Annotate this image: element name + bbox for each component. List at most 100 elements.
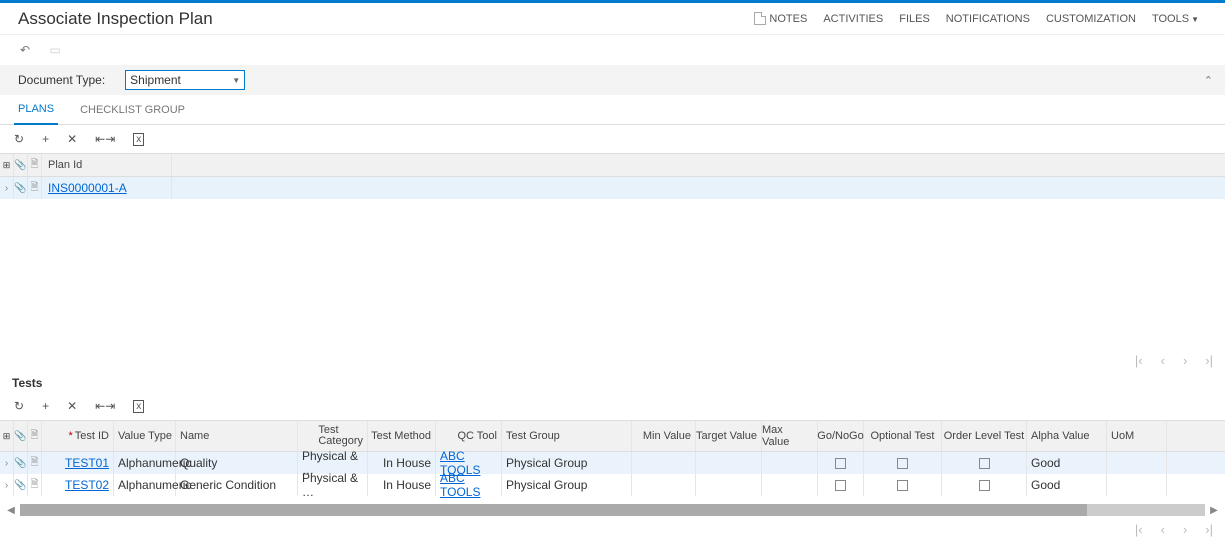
tab-tools[interactable]: TOOLS▼ [1144,13,1207,25]
cell-name: Generic Condition [176,474,298,496]
subtabs: PLANS CHECKLIST GROUP [0,95,1225,125]
delete-icon[interactable]: ✕ [67,132,77,146]
plans-grid-header: ⊞ 📎 🗎 Plan Id [0,153,1225,177]
col-optional-test[interactable]: Optional Test [864,421,942,451]
fit-icon[interactable]: ⇤⇥ [95,399,115,413]
plans-pager: |‹ ‹ › ›| [0,349,1225,372]
expand-icon[interactable]: › [5,458,8,469]
col-selector[interactable]: ⊞ [0,421,14,451]
test-row[interactable]: › 📎 🗎 TEST01 Alphanumeric Quality Physic… [0,452,1225,474]
cell-uom [1107,474,1167,496]
add-icon[interactable]: + [42,132,49,146]
cell-value-type: Alphanumeric [114,474,176,496]
subtab-checklist-group[interactable]: CHECKLIST GROUP [76,96,189,124]
expand-icon[interactable]: › [5,183,8,194]
fit-icon[interactable]: ⇤⇥ [95,132,115,146]
pager-next-icon[interactable]: › [1183,522,1187,537]
col-order-level-test[interactable]: Order Level Test [942,421,1027,451]
col-target-value[interactable]: Target Value [696,421,762,451]
optional-checkbox[interactable] [897,458,908,469]
tests-grid-toolbar: ↻ + ✕ ⇤⇥ x [0,392,1225,420]
pager-first-icon[interactable]: |‹ [1135,353,1143,368]
tab-notes[interactable]: NOTES [746,12,815,25]
gonogo-checkbox[interactable] [835,458,846,469]
col-selector[interactable]: ⊞ [0,154,14,176]
col-uom[interactable]: UoM [1107,421,1167,451]
cell-uom [1107,452,1167,474]
note-icon[interactable]: 🗎 [28,452,42,474]
col-test-method[interactable]: Test Method [368,421,436,451]
refresh-icon[interactable]: ↻ [14,399,24,413]
cell-alpha: Good [1027,474,1107,496]
col-test-id[interactable]: *Test ID [42,421,114,451]
undo-icon[interactable]: ↶ [18,43,32,57]
col-test-group[interactable]: Test Group [502,421,632,451]
col-note-icon: 🗎 [28,421,42,451]
col-plan-id[interactable]: Plan Id [42,154,172,176]
col-test-category[interactable]: TestCategory [298,421,368,451]
test-id-link[interactable]: TEST01 [65,456,109,470]
orderlevel-checkbox[interactable] [979,458,990,469]
cell-min [632,452,696,474]
expand-icon[interactable]: › [5,480,8,491]
export-icon[interactable]: x [133,400,144,413]
attach-icon[interactable]: 📎 [14,177,28,199]
tests-title: Tests [0,372,1225,392]
tests-grid-header: ⊞ 📎 🗎 *Test ID Value Type Name TestCateg… [0,420,1225,452]
tab-activities[interactable]: ACTIVITIES [815,13,891,25]
doc-type-select[interactable]: Shipment ▼ [125,70,245,90]
col-qc-tool[interactable]: QC Tool [436,421,502,451]
pager-last-icon[interactable]: ›| [1205,522,1213,537]
pager-last-icon[interactable]: ›| [1205,353,1213,368]
tab-files[interactable]: FILES [891,13,938,25]
tab-customization[interactable]: CUSTOMIZATION [1038,13,1144,25]
subtab-plans[interactable]: PLANS [14,95,58,125]
col-name[interactable]: Name [176,421,298,451]
cell-method: In House [368,452,436,474]
required-star-icon: * [68,430,72,442]
plan-id-link[interactable]: INS0000001-A [48,181,127,195]
attach-icon[interactable]: 📎 [14,474,28,496]
pager-first-icon[interactable]: |‹ [1135,522,1143,537]
doc-type-label: Document Type: [18,73,105,87]
pager-prev-icon[interactable]: ‹ [1161,522,1165,537]
tab-tools-label: TOOLS [1152,13,1189,25]
col-value-type[interactable]: Value Type [114,421,176,451]
main-toolbar: ↶ ▭ [0,35,1225,65]
optional-checkbox[interactable] [897,480,908,491]
chevron-down-icon: ▼ [232,76,240,85]
delete-icon[interactable]: ✕ [67,399,77,413]
test-row[interactable]: › 📎 🗎 TEST02 Alphanumeric Generic Condit… [0,474,1225,496]
refresh-icon[interactable]: ↻ [14,132,24,146]
collapse-filter-icon[interactable]: ⌃ [1204,74,1213,87]
orderlevel-checkbox[interactable] [979,480,990,491]
qc-tool-link[interactable]: ABC TOOLS [440,471,497,499]
gonogo-checkbox[interactable] [835,480,846,491]
cell-method: In House [368,474,436,496]
pager-next-icon[interactable]: › [1183,353,1187,368]
plans-empty-area [0,199,1225,349]
export-icon[interactable]: x [133,133,144,146]
attach-icon[interactable]: 📎 [14,452,28,474]
chevron-down-icon: ▼ [1191,15,1199,24]
add-icon[interactable]: + [42,399,49,413]
note-icon[interactable]: 🗎 [28,177,42,199]
col-note-icon: 🗎 [28,154,42,176]
clipboard-icon[interactable]: ▭ [48,43,62,57]
note-icon[interactable]: 🗎 [28,474,42,496]
plan-row[interactable]: › 📎 🗎 INS0000001-A [0,177,1225,199]
hscrollbar: ◀ ▶ [0,502,1225,518]
scroll-track[interactable] [20,504,1205,516]
scroll-thumb[interactable] [20,504,1087,516]
pager-prev-icon[interactable]: ‹ [1161,353,1165,368]
col-alpha-value[interactable]: Alpha Value [1027,421,1107,451]
cell-target [696,474,762,496]
cell-category: Physical & … [298,474,368,496]
tab-notifications[interactable]: NOTIFICATIONS [938,13,1038,25]
cell-min [632,474,696,496]
col-min-value[interactable]: Min Value [632,421,696,451]
test-id-link[interactable]: TEST02 [65,478,109,492]
col-max-value[interactable]: Max Value [762,421,818,451]
col-gonogo[interactable]: Go/NoGo [818,421,864,451]
notes-icon [754,12,766,25]
